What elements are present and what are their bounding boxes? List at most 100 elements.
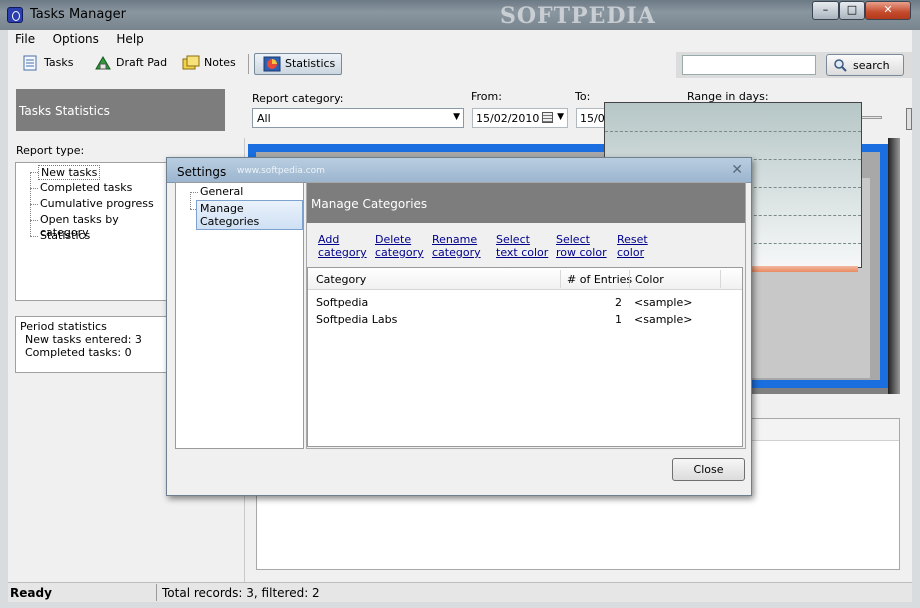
reset-color-line2: color [617,246,645,259]
from-date-picker[interactable]: 15/02/2010 ▼ [472,108,568,128]
chart-shadow-edge [888,138,900,394]
watermark: SOFTPEDIA [500,3,656,29]
chevron-down-icon: ▼ [557,112,564,122]
tasks-button[interactable]: Tasks [14,53,79,75]
reset-color-link[interactable]: Reset color [617,233,648,259]
toolbar: Tasks Draft Pad Notes Statistics search [8,50,912,80]
tree-connector [30,204,38,205]
add-category-line2: category [318,246,367,259]
settings-tree-manage-categories[interactable]: Manage Categories [196,200,303,230]
notes-button-label: Notes [204,56,236,69]
manage-categories-header: Manage Categories [307,183,745,223]
select-row-color-line2: row color [556,246,607,259]
delete-category-line2: category [375,246,424,259]
settings-dialog: Settings www.softpedia.com ✕ General Man… [166,157,752,496]
menu-file[interactable]: File [8,30,42,48]
close-button[interactable]: Close [672,458,745,481]
minimize-button[interactable]: – [812,1,839,20]
watermark-url: www.softpedia.com [237,166,325,176]
status-state: Ready [10,586,52,600]
row-entries: 1 [615,313,622,326]
chevron-down-icon: ▼ [453,112,460,122]
settings-tree: General Manage Categories [175,182,304,449]
status-bar: Ready Total records: 3, filtered: 2 [8,582,912,602]
tree-connector [190,192,191,209]
completed-tasks-count: Completed tasks: 0 [25,346,132,359]
table-row[interactable]: Softpedia 2 <sample> [308,294,742,311]
column-category[interactable]: Category [316,273,366,286]
report-category-select[interactable]: All ▼ [252,108,464,128]
row-category: Softpedia [316,296,369,309]
close-window-button[interactable]: ✕ [865,1,911,20]
tree-connector [30,220,38,221]
menu-help[interactable]: Help [109,30,150,48]
select-row-color-line1: Select [556,233,590,246]
select-row-color-link[interactable]: Select row color [556,233,607,259]
tasks-icon [23,55,37,71]
row-color-sample: <sample> [634,296,693,309]
maximize-button[interactable]: □ [839,1,865,20]
statistics-button[interactable]: Statistics [254,53,343,75]
report-type-statistics[interactable]: Statistics [40,229,90,242]
report-type-cumulative-progress[interactable]: Cumulative progress [40,197,154,210]
tree-connector [30,236,38,237]
report-type-completed-tasks[interactable]: Completed tasks [40,181,132,194]
period-statistics-title: Period statistics [20,320,107,333]
to-label: To: [575,90,591,103]
report-category-label: Report category: [252,92,344,105]
search-input[interactable] [682,55,816,75]
select-text-color-link[interactable]: Select text color [496,233,548,259]
window-title: Tasks Manager [30,7,126,22]
statistics-button-label: Statistics [285,57,336,70]
row-entries: 2 [615,296,622,309]
app-icon [7,7,23,23]
notes-icon [182,55,200,70]
statistics-icon [263,56,281,72]
settings-dialog-title-bar[interactable]: Settings www.softpedia.com ✕ [167,158,751,183]
tasks-statistics-header: Tasks Statistics [16,89,225,131]
report-type-tree: New tasks Completed tasks Cumulative pro… [15,162,167,301]
rename-category-link[interactable]: Rename category [432,233,481,259]
row-category: Softpedia Labs [316,313,398,326]
column-entries[interactable]: # of Entries [567,273,632,286]
tree-connector [190,192,198,193]
rename-category-line2: category [432,246,481,259]
report-type-new-tasks[interactable]: New tasks [38,165,101,180]
search-button-label: search [853,59,890,72]
delete-category-line1: Delete [375,233,412,246]
close-icon[interactable]: ✕ [731,162,743,178]
from-label: From: [471,90,502,103]
column-separator[interactable] [560,270,561,288]
categories-table-header: Category # of Entries Color [308,268,742,290]
title-bar: Tasks Manager SOFTPEDIA – □ ✕ [0,0,920,30]
categories-table: Category # of Entries Color Softpedia 2 … [307,267,743,447]
chart-gridline [605,131,861,132]
draft-pad-button[interactable]: Draft Pad [86,53,173,75]
report-category-value: All [257,112,271,125]
search-button[interactable]: search [826,54,904,76]
delete-category-link[interactable]: Delete category [375,233,424,259]
settings-tree-general[interactable]: General [200,185,243,198]
row-color-sample: <sample> [634,313,693,326]
notes-button[interactable]: Notes [174,53,242,75]
reset-color-line1: Reset [617,233,648,246]
status-records: Total records: 3, filtered: 2 [162,586,320,600]
column-color[interactable]: Color [635,273,664,286]
rename-category-line1: Rename [432,233,478,246]
calendar-icon [542,112,553,123]
column-separator[interactable] [629,270,630,288]
manage-categories-panel: Manage Categories Add category Delete ca… [306,182,746,449]
status-separator [156,584,157,601]
menu-options[interactable]: Options [46,30,106,48]
add-category-link[interactable]: Add category [318,233,367,259]
tasks-button-label: Tasks [44,56,74,69]
select-text-color-line1: Select [496,233,530,246]
table-row[interactable]: Softpedia Labs 1 <sample> [308,311,742,328]
draft-pad-icon [95,56,111,70]
from-date-value: 15/02/2010 [476,112,540,125]
column-separator[interactable] [720,270,721,288]
report-type-label: Report type: [16,144,85,157]
tree-connector [30,188,38,189]
select-text-color-line2: text color [496,246,549,259]
search-panel: search [676,52,912,80]
